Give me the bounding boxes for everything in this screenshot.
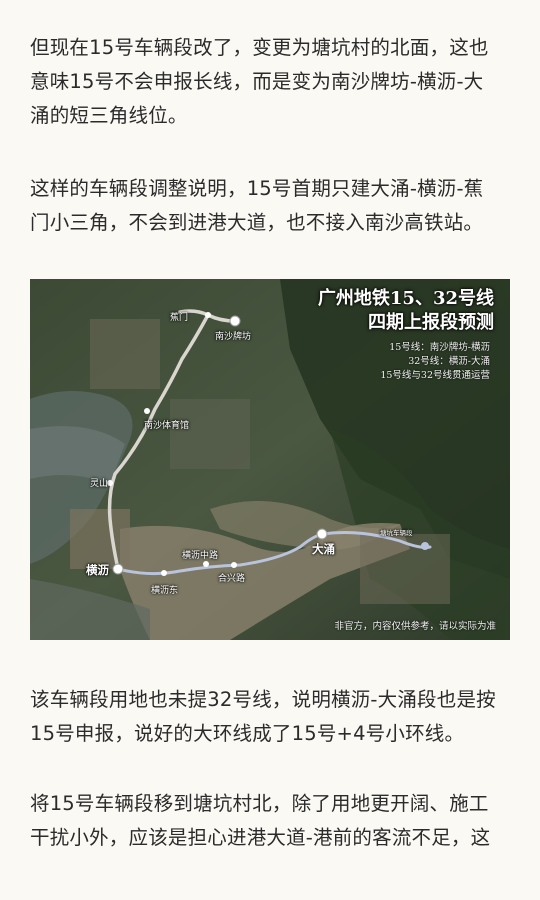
map-legend: 15号线：南沙牌坊-横沥 32号线：横沥-大涌 15号线与32号线贯通运营 <box>380 341 490 383</box>
station-label-jiaomen: 蕉门 <box>170 313 189 323</box>
map-title-line-2: 四期上报段预测 <box>368 312 494 333</box>
legend-item: 15号线：南沙牌坊-横沥 <box>389 342 490 353</box>
depot-label: 塘坑车辆段 <box>380 529 413 537</box>
paragraph-2-line-1: 这样的车辆段调整说明，15号首期只建大涌-横沥-蕉 <box>30 177 484 200</box>
station-dot <box>205 312 211 318</box>
paragraph-2-line-2: 门小三角，不会到进港大道，也不接入南沙高铁站。 <box>30 211 484 234</box>
paragraph-4-line-1: 将15号车辆段移到塘坑村北，除了用地更开阔、施工 <box>30 792 489 815</box>
station-dot <box>203 561 209 567</box>
station-dot <box>231 562 237 568</box>
station-dot <box>112 563 124 575</box>
station-label-dayong: 大涌 <box>312 542 335 556</box>
station-label-nansha-paifang: 南沙牌坊 <box>215 332 252 342</box>
paragraph-3-line-1: 该车辆段用地也未提32号线，说明横沥-大涌段也是按 <box>30 688 496 711</box>
station-dot <box>161 570 167 576</box>
paragraph-4: 将15号车辆段移到塘坑村北，除了用地更开阔、施工 干扰小外，应该是担心进港大道-… <box>30 787 512 855</box>
paragraph-1-line-2: 意味15号不会申报长线，而是变为南沙牌坊-横沥-大 <box>30 70 484 93</box>
map-disclaimer: 非官方，内容仅供参考，请以实际为准 <box>334 621 496 632</box>
paragraph-1-line-1: 但现在15号车辆段改了，变更为塘坑村的北面，这也 <box>30 36 489 59</box>
map-title: 广州地铁15、32号线 四期上报段预测 <box>318 287 494 335</box>
station-label-nansha-tiyuguan: 南沙体育馆 <box>144 421 190 431</box>
paragraph-1-line-3: 涌的短三角线位。 <box>30 104 188 127</box>
station-dot <box>316 528 328 540</box>
station-dot <box>144 408 150 414</box>
station-label-lingshan: 灵山 <box>90 479 109 489</box>
station-dot <box>229 315 241 327</box>
station-label-hengli: 横沥 <box>86 563 109 577</box>
paragraph-1: 但现在15号车辆段改了，变更为塘坑村的北面，这也 意味15号不会申报长线，而是变… <box>30 31 512 133</box>
depot-dot <box>421 542 429 550</box>
paragraph-2: 这样的车辆段调整说明，15号首期只建大涌-横沥-蕉 门小三角，不会到进港大道，也… <box>30 172 512 240</box>
paragraph-3: 该车辆段用地也未提32号线，说明横沥-大涌段也是按 15号申报，说好的大环线成了… <box>30 683 512 751</box>
map-title-line-1: 广州地铁15、32号线 <box>317 288 494 309</box>
station-label-hengli-zhonglu: 横沥中路 <box>182 551 219 561</box>
station-label-hexing-lu: 合兴路 <box>218 574 246 584</box>
paragraph-3-line-2: 15号申报，说好的大环线成了15号+4号小环线。 <box>30 722 465 745</box>
legend-item: 15号线与32号线贯通运营 <box>380 370 490 381</box>
metro-map-image[interactable]: 广州地铁15、32号线 四期上报段预测 15号线：南沙牌坊-横沥 32号线：横沥… <box>30 279 510 640</box>
article-page: 但现在15号车辆段改了，变更为塘坑村的北面，这也 意味15号不会申报长线，而是变… <box>0 0 540 900</box>
legend-item: 32号线：横沥-大涌 <box>408 356 490 367</box>
paragraph-4-line-2: 干扰小外，应该是担心进港大道-港前的客流不足，这 <box>30 826 491 849</box>
station-label-hengli-dong: 横沥东 <box>151 586 179 596</box>
